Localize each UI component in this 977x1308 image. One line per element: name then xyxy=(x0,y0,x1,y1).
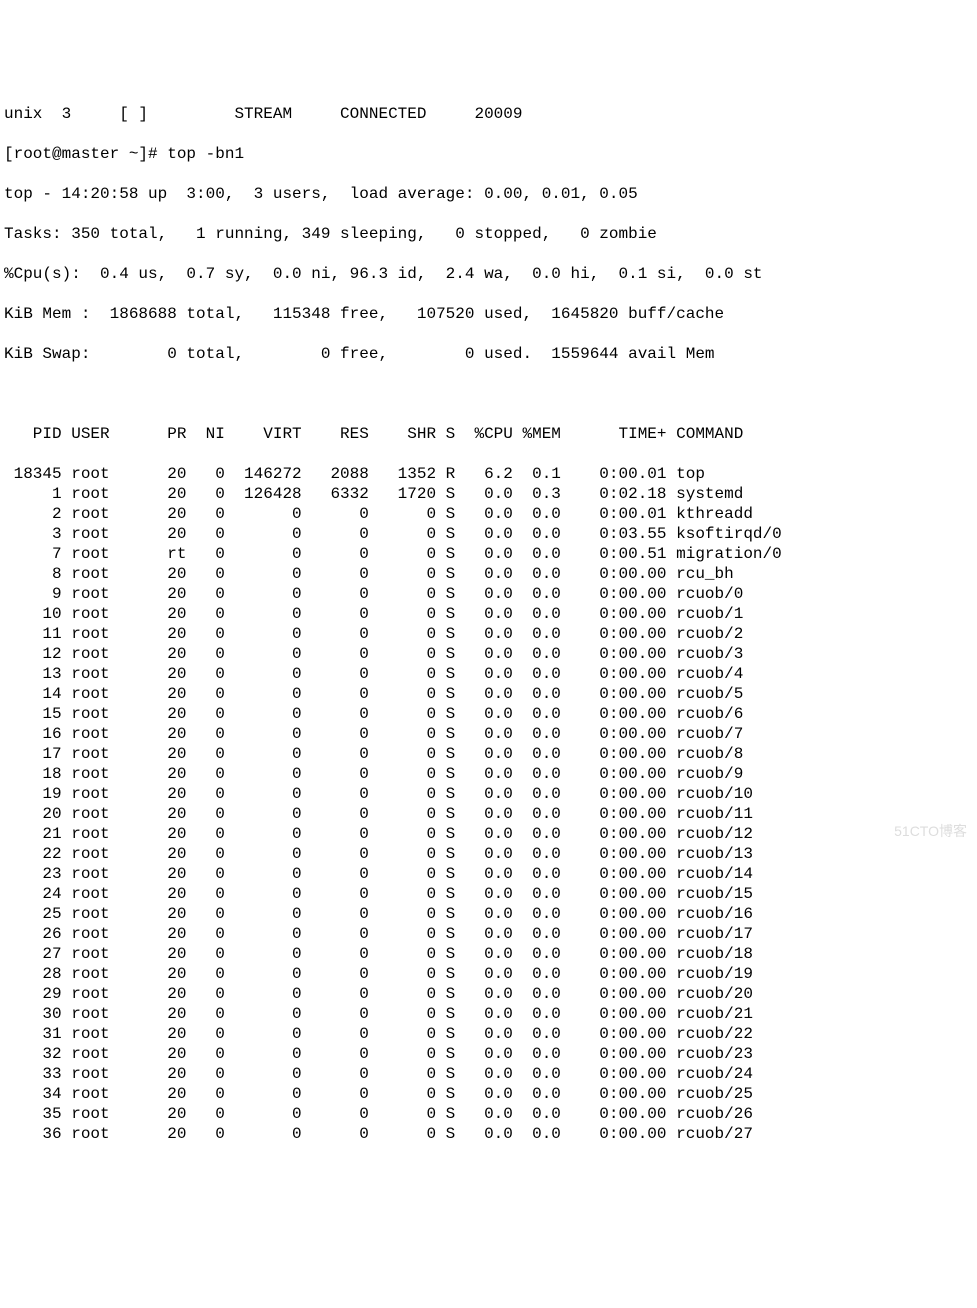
process-row: 9 root 20 0 0 0 0 S 0.0 0.0 0:00.00 rcuo… xyxy=(4,584,973,604)
process-table-header: PID USER PR NI VIRT RES SHR S %CPU %MEM … xyxy=(4,424,973,444)
process-row: 20 root 20 0 0 0 0 S 0.0 0.0 0:00.00 rcu… xyxy=(4,804,973,824)
top-summary-cpu: %Cpu(s): 0.4 us, 0.7 sy, 0.0 ni, 96.3 id… xyxy=(4,264,973,284)
process-row: 2 root 20 0 0 0 0 S 0.0 0.0 0:00.01 kthr… xyxy=(4,504,973,524)
process-row: 15 root 20 0 0 0 0 S 0.0 0.0 0:00.00 rcu… xyxy=(4,704,973,724)
process-table-body: 18345 root 20 0 146272 2088 1352 R 6.2 0… xyxy=(4,464,973,1144)
process-row: 24 root 20 0 0 0 0 S 0.0 0.0 0:00.00 rcu… xyxy=(4,884,973,904)
process-row: 14 root 20 0 0 0 0 S 0.0 0.0 0:00.00 rcu… xyxy=(4,684,973,704)
process-row: 34 root 20 0 0 0 0 S 0.0 0.0 0:00.00 rcu… xyxy=(4,1084,973,1104)
top-summary-uptime: top - 14:20:58 up 3:00, 3 users, load av… xyxy=(4,184,973,204)
process-row: 26 root 20 0 0 0 0 S 0.0 0.0 0:00.00 rcu… xyxy=(4,924,973,944)
process-row: 17 root 20 0 0 0 0 S 0.0 0.0 0:00.00 rcu… xyxy=(4,744,973,764)
process-row: 21 root 20 0 0 0 0 S 0.0 0.0 0:00.00 rcu… xyxy=(4,824,973,844)
process-row: 10 root 20 0 0 0 0 S 0.0 0.0 0:00.00 rcu… xyxy=(4,604,973,624)
process-row: 3 root 20 0 0 0 0 S 0.0 0.0 0:03.55 ksof… xyxy=(4,524,973,544)
process-row: 35 root 20 0 0 0 0 S 0.0 0.0 0:00.00 rcu… xyxy=(4,1104,973,1124)
process-row: 1 root 20 0 126428 6332 1720 S 0.0 0.3 0… xyxy=(4,484,973,504)
top-summary-tasks: Tasks: 350 total, 1 running, 349 sleepin… xyxy=(4,224,973,244)
process-row: 18345 root 20 0 146272 2088 1352 R 6.2 0… xyxy=(4,464,973,484)
top-summary-swap: KiB Swap: 0 total, 0 free, 0 used. 15596… xyxy=(4,344,973,364)
process-row: 12 root 20 0 0 0 0 S 0.0 0.0 0:00.00 rcu… xyxy=(4,644,973,664)
terminal-output: unix 3 [ ] STREAM CONNECTED 20009 [root@… xyxy=(4,84,973,1164)
shell-prompt[interactable]: [root@master ~]# top -bn1 xyxy=(4,144,973,164)
process-row: 30 root 20 0 0 0 0 S 0.0 0.0 0:00.00 rcu… xyxy=(4,1004,973,1024)
process-row: 7 root rt 0 0 0 0 S 0.0 0.0 0:00.51 migr… xyxy=(4,544,973,564)
watermark-text: 51CTO博客 xyxy=(894,823,967,841)
process-row: 32 root 20 0 0 0 0 S 0.0 0.0 0:00.00 rcu… xyxy=(4,1044,973,1064)
process-row: 31 root 20 0 0 0 0 S 0.0 0.0 0:00.00 rcu… xyxy=(4,1024,973,1044)
process-row: 25 root 20 0 0 0 0 S 0.0 0.0 0:00.00 rcu… xyxy=(4,904,973,924)
process-row: 18 root 20 0 0 0 0 S 0.0 0.0 0:00.00 rcu… xyxy=(4,764,973,784)
process-row: 36 root 20 0 0 0 0 S 0.0 0.0 0:00.00 rcu… xyxy=(4,1124,973,1144)
top-summary-mem: KiB Mem : 1868688 total, 115348 free, 10… xyxy=(4,304,973,324)
blank-line xyxy=(4,384,973,404)
process-row: 11 root 20 0 0 0 0 S 0.0 0.0 0:00.00 rcu… xyxy=(4,624,973,644)
socket-line: unix 3 [ ] STREAM CONNECTED 20009 xyxy=(4,104,973,124)
process-row: 33 root 20 0 0 0 0 S 0.0 0.0 0:00.00 rcu… xyxy=(4,1064,973,1084)
process-row: 8 root 20 0 0 0 0 S 0.0 0.0 0:00.00 rcu_… xyxy=(4,564,973,584)
process-row: 29 root 20 0 0 0 0 S 0.0 0.0 0:00.00 rcu… xyxy=(4,984,973,1004)
process-row: 27 root 20 0 0 0 0 S 0.0 0.0 0:00.00 rcu… xyxy=(4,944,973,964)
process-row: 22 root 20 0 0 0 0 S 0.0 0.0 0:00.00 rcu… xyxy=(4,844,973,864)
process-row: 13 root 20 0 0 0 0 S 0.0 0.0 0:00.00 rcu… xyxy=(4,664,973,684)
process-row: 19 root 20 0 0 0 0 S 0.0 0.0 0:00.00 rcu… xyxy=(4,784,973,804)
process-row: 16 root 20 0 0 0 0 S 0.0 0.0 0:00.00 rcu… xyxy=(4,724,973,744)
process-row: 28 root 20 0 0 0 0 S 0.0 0.0 0:00.00 rcu… xyxy=(4,964,973,984)
process-row: 23 root 20 0 0 0 0 S 0.0 0.0 0:00.00 rcu… xyxy=(4,864,973,884)
